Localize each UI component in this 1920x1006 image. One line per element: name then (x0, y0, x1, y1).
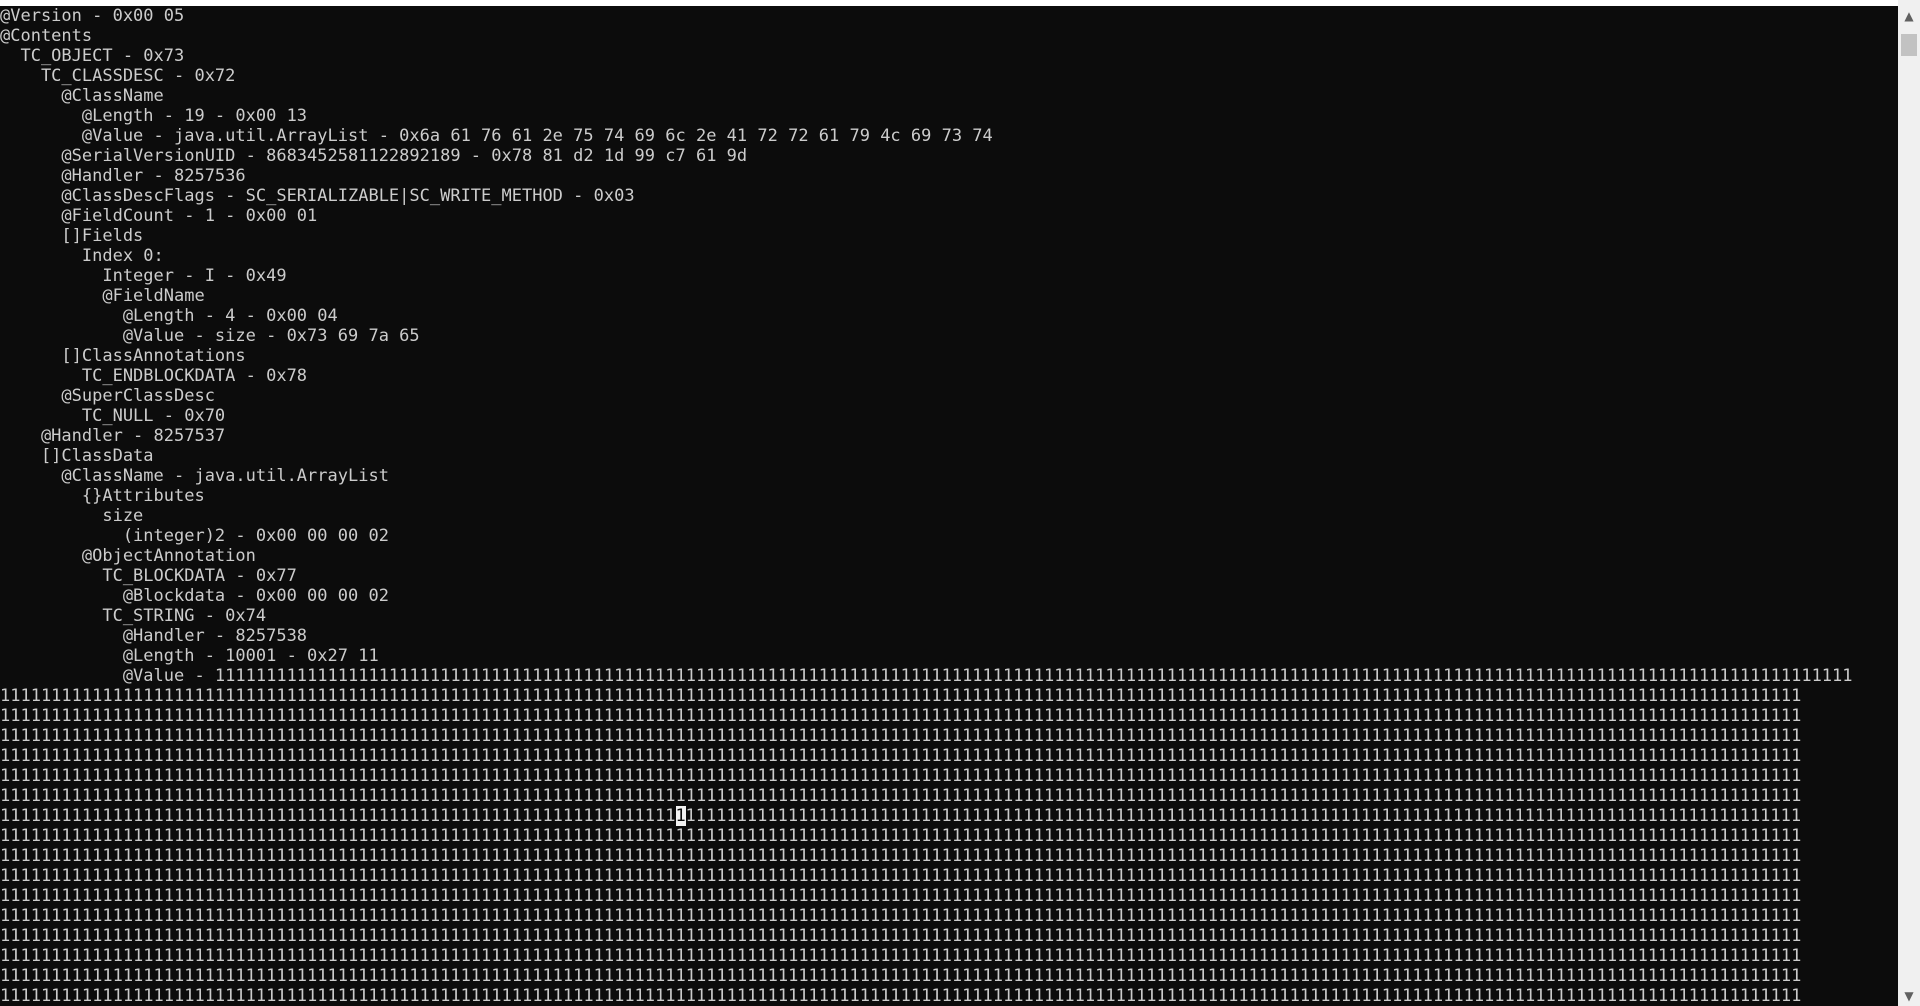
console-line: TC_OBJECT - 0x73 (0, 46, 185, 66)
text-cursor: 1 (675, 806, 686, 826)
console-line: 1111111111111111111111111111111111111111… (0, 866, 1802, 886)
console-line: @Value - size - 0x73 69 7a 65 (0, 326, 420, 346)
console-line: @Value - 1111111111111111111111111111111… (0, 666, 1853, 686)
console-line: @Blockdata - 0x00 00 00 02 (0, 586, 389, 606)
console-line: TC_NULL - 0x70 (0, 406, 226, 426)
console-line: @SerialVersionUID - 8683452581122892189 … (0, 146, 748, 166)
scroll-up-arrow-icon[interactable]: ▲ (1898, 6, 1920, 26)
console-line: 1111111111111111111111111111111111111111… (0, 746, 1802, 766)
console-line: @Handler - 8257537 (0, 426, 226, 446)
console-line: size (0, 506, 144, 526)
console-line: []ClassData (0, 446, 154, 466)
console-line: @SuperClassDesc (0, 386, 215, 406)
console-line: 1111111111111111111111111111111111111111… (0, 686, 1802, 706)
console-line-text: 1111111111111111111111111111111111111111… (0, 806, 676, 826)
console-line: @ClassName - java.util.ArrayList (0, 466, 389, 486)
console-line: @ObjectAnnotation (0, 546, 256, 566)
console-line: 1111111111111111111111111111111111111111… (0, 986, 1802, 1006)
console-line: 1111111111111111111111111111111111111111… (0, 966, 1802, 986)
console-line: @Value - java.util.ArrayList - 0x6a 61 7… (0, 126, 993, 146)
console-line: @Length - 4 - 0x00 04 (0, 306, 338, 326)
console-line: @ClassDescFlags - SC_SERIALIZABLE|SC_WRI… (0, 186, 635, 206)
console-line: 1111111111111111111111111111111111111111… (0, 826, 1802, 846)
console-line: @Handler - 8257536 (0, 166, 246, 186)
console-output-area[interactable]: @Version - 0x00 05 @Contents TC_OBJECT - … (0, 6, 1898, 1006)
console-line: 1111111111111111111111111111111111111111… (0, 726, 1802, 746)
scrollbar-thumb[interactable] (1901, 34, 1917, 56)
console-line: @Version - 0x00 05 (0, 6, 185, 26)
console-line: TC_ENDBLOCKDATA - 0x78 (0, 366, 308, 386)
console-line: 1111111111111111111111111111111111111111… (0, 886, 1802, 906)
console-line: []Fields (0, 226, 144, 246)
console-line: []ClassAnnotations (0, 346, 246, 366)
console-line: @FieldCount - 1 - 0x00 01 (0, 206, 318, 226)
console-line: TC_BLOCKDATA - 0x77 (0, 566, 297, 586)
console-line: 1111111111111111111111111111111111111111… (0, 926, 1802, 946)
console-line: Integer - I - 0x49 (0, 266, 287, 286)
console-line: TC_CLASSDESC - 0x72 (0, 66, 236, 86)
console-line: TC_STRING - 0x74 (0, 606, 267, 626)
console-line: 1111111111111111111111111111111111111111… (0, 766, 1802, 786)
console-line: @Handler - 8257538 (0, 626, 308, 646)
console-window: @Version - 0x00 05 @Contents TC_OBJECT - … (0, 0, 1920, 1006)
console-line: (integer)2 - 0x00 00 00 02 (0, 526, 389, 546)
console-line: @ClassName (0, 86, 164, 106)
console-line: @Contents (0, 26, 93, 46)
console-line: 1111111111111111111111111111111111111111… (0, 946, 1802, 966)
console-line: @Length - 10001 - 0x27 11 (0, 646, 379, 666)
console-line: 1111111111111111111111111111111111111111… (0, 906, 1802, 926)
console-line: 1111111111111111111111111111111111111111… (0, 786, 1802, 806)
console-text: @Version - 0x00 05 @Contents TC_OBJECT - … (0, 6, 1898, 1006)
console-line: 1111111111111111111111111111111111111111… (0, 806, 1898, 826)
console-line: {}Attributes (0, 486, 205, 506)
console-line-text: 1111111111111111111111111111111111111111… (685, 806, 1802, 826)
console-line: 1111111111111111111111111111111111111111… (0, 706, 1802, 726)
console-line: Index 0: (0, 246, 164, 266)
console-line: 1111111111111111111111111111111111111111… (0, 846, 1802, 866)
scroll-down-arrow-icon[interactable]: ▼ (1898, 986, 1920, 1006)
console-line: @FieldName (0, 286, 205, 306)
vertical-scrollbar[interactable]: ▲ ▼ (1898, 0, 1920, 1006)
console-line: @Length - 19 - 0x00 13 (0, 106, 308, 126)
